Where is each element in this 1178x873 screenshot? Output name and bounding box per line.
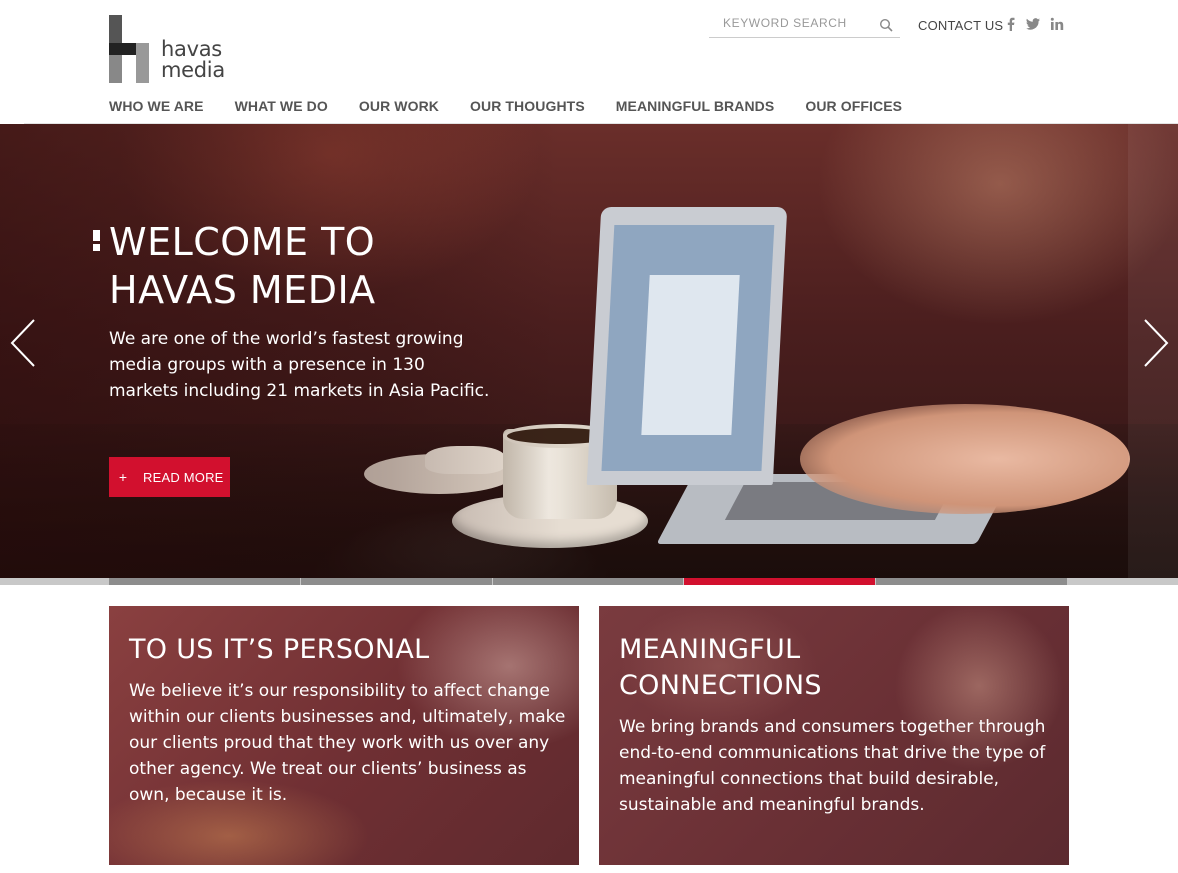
slide-indicator-1[interactable] (109, 578, 300, 585)
nav-item-what-we-do[interactable]: WHAT WE DO (235, 98, 328, 118)
linkedin-icon[interactable] (1049, 16, 1065, 32)
card-meaningful-connections[interactable]: MEANINGFUL CONNECTIONS We bring brands a… (599, 606, 1069, 865)
plus-icon: + (118, 469, 128, 485)
hero-photo-hands (800, 404, 1130, 514)
slide-indicator-5[interactable] (876, 578, 1067, 585)
card-connections-title: MEANINGFUL CONNECTIONS (619, 634, 822, 701)
nav-item-our-thoughts[interactable]: OUR THOUGHTS (470, 98, 585, 118)
nav-item-meaningful-brands[interactable]: MEANINGFUL BRANDS (616, 98, 775, 118)
facebook-icon[interactable] (1003, 16, 1019, 32)
card-personal-title: TO US IT’S PERSONAL (129, 634, 430, 665)
logo-word-media: media (161, 58, 225, 82)
title-marker-icon (93, 230, 100, 254)
nav-item-who-we-are[interactable]: WHO WE ARE (109, 98, 204, 118)
read-more-button[interactable]: + READ MORE (109, 457, 230, 497)
slide-indicator-2[interactable] (300, 578, 492, 585)
keyword-search (709, 10, 900, 38)
nav-item-our-offices[interactable]: OUR OFFICES (805, 98, 902, 118)
hero-title-line-2: HAVAS MEDIA (109, 268, 376, 312)
havas-media-logo[interactable]: havas media (109, 15, 234, 85)
slider-next-arrow-icon[interactable] (1141, 318, 1171, 368)
twitter-icon[interactable] (1025, 16, 1041, 32)
search-input[interactable] (723, 14, 873, 32)
hero-title: WELCOME TO HAVAS MEDIA (109, 218, 509, 314)
hero-description: We are one of the world’s fastest growin… (109, 329, 490, 401)
logo-word-havas: havas (161, 37, 222, 61)
main-navigation: WHO WE ARE WHAT WE DO OUR WORK OUR THOUG… (109, 98, 933, 118)
contact-us-link[interactable]: CONTACT US (918, 18, 1003, 33)
read-more-label: READ MORE (143, 469, 224, 485)
hero-photo-laptop-screen (586, 207, 788, 485)
hero-title-line-1: WELCOME TO (109, 220, 376, 264)
slide-indicator-4[interactable] (684, 578, 876, 585)
logo-wordmark: havas media (161, 39, 225, 81)
slider-prev-arrow-icon[interactable] (8, 318, 38, 368)
havas-logo-mark-icon (109, 15, 151, 83)
site-header: havas media CONTACT US WHO WE ARE WHAT W… (0, 0, 1178, 124)
card-personal-text: We believe it’s our responsibility to af… (129, 681, 566, 805)
card-personal[interactable]: TO US IT’S PERSONAL We believe it’s our … (109, 606, 579, 865)
card-connections-text: We bring brands and consumers together t… (619, 717, 1046, 815)
slide-indicator-3[interactable] (492, 578, 684, 585)
nav-item-our-work[interactable]: OUR WORK (359, 98, 439, 118)
search-icon[interactable] (879, 18, 893, 32)
